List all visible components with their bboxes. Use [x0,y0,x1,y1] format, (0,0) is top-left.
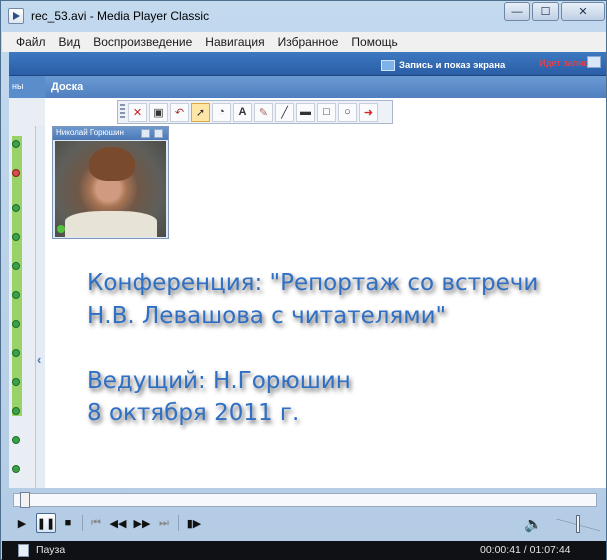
video-frame[interactable]: Запись и показ экрана Идет запись... ны [9,52,606,488]
pencil-icon: ✎ [254,102,273,122]
minimize-button[interactable]: — [504,2,530,21]
webcam-window: Николай Горюшин [52,126,169,239]
whiteboard: Доска ✕ ▣ ↶ ➚ ◔ A ✎ ╱ ▬ □ ○ ➜ Николай Го… [45,76,606,488]
menu-favorites[interactable]: Избранное [278,35,339,49]
highlight-icon: ◔ [212,102,231,122]
volume-slider[interactable] [556,515,600,533]
webcam-status-icon [57,225,65,233]
separator [82,515,83,531]
status-dot [12,291,20,299]
participants-header: ны [9,76,45,98]
app-icon[interactable] [8,8,24,24]
status-dot [12,204,20,212]
fast-forward-icon[interactable]: ▶▶ [132,513,152,533]
video-app-header: Запись и показ экрана Идет запись... [9,52,606,76]
menu-view[interactable]: Вид [59,35,81,49]
seek-bar[interactable] [13,492,597,508]
close-icon: ✕ [128,102,147,122]
status-dot [12,140,20,148]
menu-bar: Файл Вид Воспроизведение Навигация Избра… [2,32,606,52]
status-dot [12,378,20,386]
activity-rail [12,136,22,416]
status-dot [12,169,20,177]
toolbar-grip-icon [120,104,125,120]
playback-controls: ▶ ❚❚ ■ ⏮ ◀◀ ▶▶ ⏭ ▮▶ 🔈 [2,511,606,537]
status-dot [12,349,20,357]
webcam-minimize-icon [141,129,150,138]
menu-navigate[interactable]: Навигация [205,35,264,49]
time-readout: 00:00:41 / 01:07:44 [480,544,571,556]
webcam-video [55,141,166,237]
status-dot [12,233,20,241]
window-corner-icon [587,56,601,68]
maximize-button[interactable]: ☐ [532,2,559,21]
status-dot [12,465,20,473]
playback-status: Пауза [36,544,66,556]
menu-playback[interactable]: Воспроизведение [93,35,192,49]
menu-help[interactable]: Помощь [351,35,397,49]
status-dot [12,436,20,444]
close-button[interactable]: ✕ [561,2,605,21]
video-content: ны ‹ Доска ✕ ▣ ↶ ➚ ◔ A ✎ ╱ ▬ □ ○ ➜ Никол… [9,76,606,488]
panel-splitter: ‹ [35,126,45,488]
status-dot [12,407,20,415]
webcam-participant-name: Николай Горюшин [56,128,124,137]
conference-line-3: Ведущий: Н.Горюшин [87,368,351,394]
media-player-window: rec_53.avi - Media Player Classic — ☐ ✕ … [0,0,607,560]
pause-icon[interactable]: ❚❚ [36,513,56,533]
whiteboard-toolbar: ✕ ▣ ↶ ➚ ◔ A ✎ ╱ ▬ □ ○ ➜ [117,100,393,124]
conference-line-4: 8 октября 2011 г. [87,400,300,426]
rectangle-icon: □ [317,102,336,122]
arrow-icon: ➜ [359,102,378,122]
window-title: rec_53.avi - Media Player Classic [31,9,210,23]
pointer-icon: ➚ [191,102,210,122]
conference-line-1: Конференция: "Репортаж со встречи [87,270,539,296]
volume-icon[interactable]: 🔈 [524,515,543,533]
title-bar[interactable]: rec_53.avi - Media Player Classic — ☐ ✕ [1,1,606,31]
undo-icon: ↶ [170,102,189,122]
thick-line-icon: ▬ [296,102,315,122]
play-icon[interactable]: ▶ [12,513,32,533]
frame-step-icon[interactable]: ▮▶ [184,513,204,533]
rewind-icon[interactable]: ◀◀ [108,513,128,533]
next-icon[interactable]: ⏭ [154,513,174,533]
participants-header-label: ны [12,81,24,91]
stop-icon[interactable]: ■ [58,513,78,533]
status-bar: Пауза 00:00:41 / 01:07:44 [2,541,606,560]
seek-thumb[interactable] [20,492,30,508]
screen-record-button: Запись и показ экрана [381,57,505,73]
monitor-icon [381,59,395,71]
text-tool-icon: A [233,102,252,122]
collapse-chevron-icon: ‹ [37,352,42,367]
menu-file[interactable]: Файл [16,35,46,49]
ellipse-icon: ○ [338,102,357,122]
webcam-close-icon [154,129,163,138]
previous-icon[interactable]: ⏮ [86,513,106,533]
volume-thumb[interactable] [576,515,580,533]
conference-line-2: Н.В. Левашова с читателями" [87,303,447,329]
status-dot [12,262,20,270]
file-icon [18,544,29,557]
webcam-title-bar: Николай Горюшин [53,127,168,140]
whiteboard-title: Доска [51,81,84,93]
status-dot [12,320,20,328]
participants-panel: ны ‹ [9,76,45,488]
whiteboard-header: Доска [45,76,606,98]
screen-record-label: Запись и показ экрана [399,59,506,71]
line-icon: ╱ [275,102,294,122]
new-page-icon: ▣ [149,102,168,122]
separator [178,515,179,531]
